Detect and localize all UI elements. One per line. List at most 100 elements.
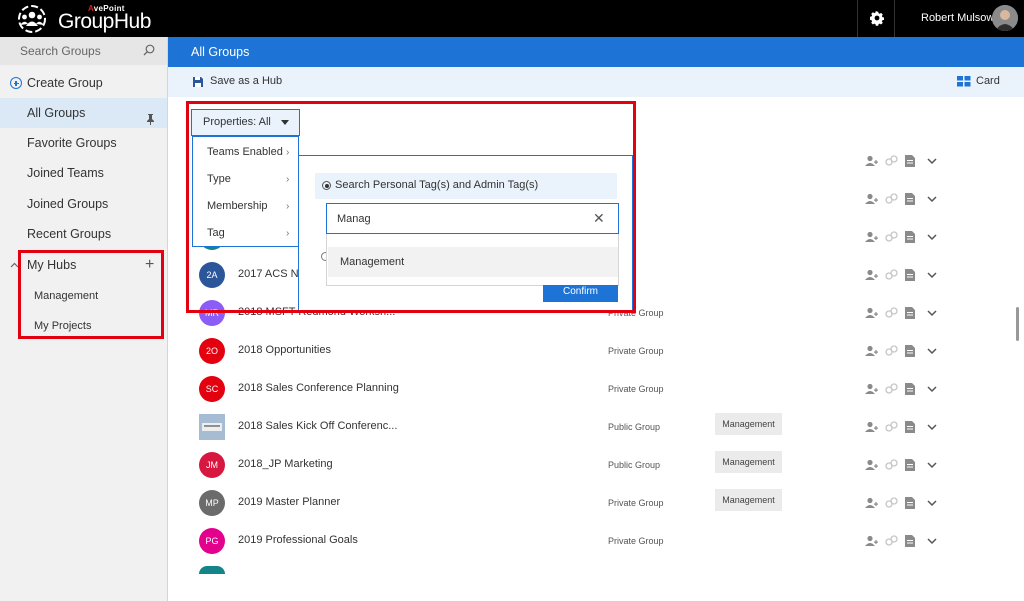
chevron-down-icon[interactable] xyxy=(927,496,937,514)
document-icon[interactable] xyxy=(905,154,915,172)
document-icon[interactable] xyxy=(905,458,915,476)
document-icon[interactable] xyxy=(905,534,915,552)
group-avatar[interactable]: MP xyxy=(199,490,225,516)
chevron-down-icon[interactable] xyxy=(927,420,937,438)
sidebar-item-label: Joined Teams xyxy=(27,166,104,180)
row-actions xyxy=(865,534,945,548)
document-icon[interactable] xyxy=(905,420,915,438)
group-avatar[interactable]: PG xyxy=(199,528,225,554)
table-row[interactable]: MP 2019 Master Planner Private Group Manage… xyxy=(168,484,1008,522)
settings-button[interactable] xyxy=(857,0,895,37)
sidebar-item-joined-teams[interactable]: Joined Teams xyxy=(0,158,167,188)
user-name[interactable]: Robert Mulsow xyxy=(921,12,994,24)
link-icon[interactable] xyxy=(885,344,898,362)
add-member-icon[interactable] xyxy=(865,192,878,210)
add-member-icon[interactable] xyxy=(865,154,878,172)
chevron-down-icon[interactable] xyxy=(927,192,937,210)
row-actions xyxy=(865,268,945,282)
chevron-down-icon[interactable] xyxy=(927,344,937,362)
add-member-icon[interactable] xyxy=(865,534,878,552)
group-avatar[interactable] xyxy=(199,566,225,574)
link-icon[interactable] xyxy=(885,382,898,400)
group-avatar[interactable]: JM xyxy=(199,452,225,478)
link-icon[interactable] xyxy=(885,458,898,476)
row-actions xyxy=(865,458,945,472)
group-type: Private Group xyxy=(608,536,664,546)
link-icon[interactable] xyxy=(885,154,898,172)
link-icon[interactable] xyxy=(885,534,898,552)
card-view-button[interactable]: Card xyxy=(957,75,1000,87)
group-type: Public Group xyxy=(608,422,661,432)
table-row[interactable]: PG 2019 Professional Goals Private Group xyxy=(168,522,1008,560)
add-member-icon[interactable] xyxy=(865,268,878,286)
link-icon[interactable] xyxy=(885,268,898,286)
search-input[interactable] xyxy=(0,37,167,65)
group-name[interactable]: 2018_JP Marketing xyxy=(238,458,333,470)
link-icon[interactable] xyxy=(885,420,898,438)
sidebar-item-joined-groups[interactable]: Joined Groups xyxy=(0,189,167,219)
add-member-icon[interactable] xyxy=(865,420,878,438)
add-member-icon[interactable] xyxy=(865,306,878,324)
document-icon[interactable] xyxy=(905,192,915,210)
add-circle-icon xyxy=(10,77,22,89)
main-header: All Groups xyxy=(168,37,1024,67)
group-avatar[interactable]: SC xyxy=(199,376,225,402)
chevron-down-icon[interactable] xyxy=(927,534,937,552)
save-as-hub-button[interactable]: Save as a Hub xyxy=(192,75,282,87)
row-actions xyxy=(865,496,945,510)
highlight-box-hubs xyxy=(18,250,164,339)
chevron-down-icon[interactable] xyxy=(927,154,937,172)
highlight-box-filter xyxy=(186,101,636,313)
table-row[interactable]: JM 2018_JP Marketing Public Group Managemen… xyxy=(168,446,1008,484)
sidebar-item-all-groups[interactable]: All Groups xyxy=(0,98,167,128)
sidebar-item-recent-groups[interactable]: Recent Groups xyxy=(0,219,167,249)
link-icon[interactable] xyxy=(885,192,898,210)
tag-badge[interactable]: Management xyxy=(715,413,782,435)
row-actions xyxy=(865,344,945,358)
add-member-icon[interactable] xyxy=(865,344,878,362)
tag-badge[interactable]: Management xyxy=(715,489,782,511)
group-avatar[interactable]: 2O xyxy=(199,338,225,364)
group-avatar-image[interactable] xyxy=(199,414,225,440)
document-icon[interactable] xyxy=(905,382,915,400)
chevron-down-icon[interactable] xyxy=(927,306,937,324)
chevron-down-icon[interactable] xyxy=(927,458,937,476)
add-member-icon[interactable] xyxy=(865,458,878,476)
add-member-icon[interactable] xyxy=(865,496,878,514)
app-logo[interactable]: AvePoint GroupHub xyxy=(14,3,174,35)
group-name[interactable]: 2018 Sales Conference Planning xyxy=(238,382,399,394)
add-member-icon[interactable] xyxy=(865,230,878,248)
table-row[interactable]: 2018 Sales Kick Off Conferenc... Public G… xyxy=(168,408,1008,446)
chevron-down-icon[interactable] xyxy=(927,382,937,400)
create-group-label: Create Group xyxy=(27,76,103,90)
document-icon[interactable] xyxy=(905,268,915,286)
link-icon[interactable] xyxy=(885,306,898,324)
document-icon[interactable] xyxy=(905,306,915,324)
chevron-down-icon[interactable] xyxy=(927,230,937,248)
sidebar-item-label: Recent Groups xyxy=(27,227,112,241)
search-icon[interactable] xyxy=(143,44,155,56)
sidebar-item-favorite-groups[interactable]: Favorite Groups xyxy=(0,128,167,158)
table-row[interactable]: SC 2018 Sales Conference Planning Private … xyxy=(168,370,1008,408)
create-group-button[interactable]: Create Group xyxy=(0,68,167,98)
scrollbar-thumb[interactable] xyxy=(1016,307,1019,341)
save-icon xyxy=(193,77,203,87)
link-icon[interactable] xyxy=(885,230,898,248)
tag-badge[interactable]: Management xyxy=(715,451,782,473)
group-name[interactable]: 2018 Sales Kick Off Conferenc... xyxy=(238,420,397,432)
link-icon[interactable] xyxy=(885,496,898,514)
group-name[interactable]: 2019 Master Planner xyxy=(238,496,340,508)
app-title: GroupHub xyxy=(58,10,151,33)
group-type: Public Group xyxy=(608,460,661,470)
document-icon[interactable] xyxy=(905,344,915,362)
document-icon[interactable] xyxy=(905,230,915,248)
group-type: Private Group xyxy=(608,498,664,508)
group-name[interactable]: 2019 Professional Goals xyxy=(238,534,358,546)
group-name[interactable]: 2018 Opportunities xyxy=(238,344,331,356)
document-icon[interactable] xyxy=(905,496,915,514)
user-avatar[interactable] xyxy=(992,5,1018,31)
table-row[interactable]: 2O 2018 Opportunities Private Group xyxy=(168,332,1008,370)
row-actions xyxy=(865,192,945,206)
add-member-icon[interactable] xyxy=(865,382,878,400)
chevron-down-icon[interactable] xyxy=(927,268,937,286)
